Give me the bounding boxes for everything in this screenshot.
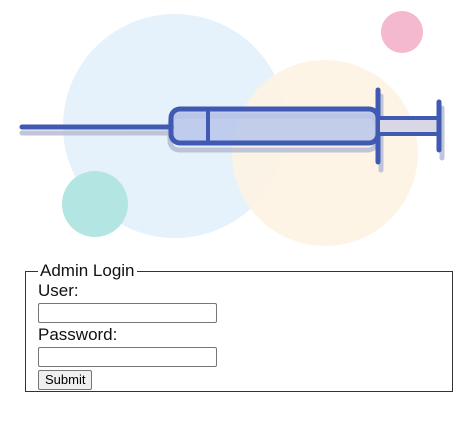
user-label: User: (38, 281, 79, 300)
background-circle-peach (232, 60, 418, 246)
submit-button[interactable]: Submit (38, 370, 93, 390)
syringe-illustration (19, 11, 445, 246)
background-circle-teal (62, 171, 128, 237)
background-circle-pink (381, 11, 423, 53)
form-legend: Admin Login (40, 261, 135, 280)
password-label: Password: (38, 325, 118, 344)
login-page: Admin Login User: Password: Submit (0, 0, 470, 428)
password-input[interactable] (38, 347, 217, 367)
user-input[interactable] (38, 303, 217, 323)
admin-login-form: Admin Login User: Password: Submit (25, 261, 453, 392)
